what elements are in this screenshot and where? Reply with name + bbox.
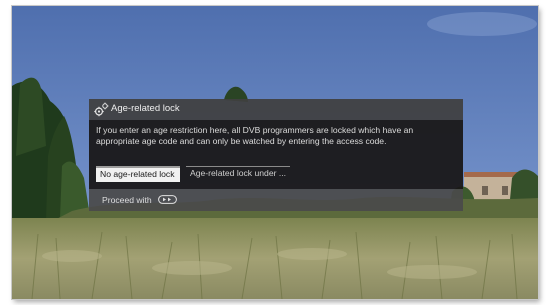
option-age-lock-under[interactable]: Age-related lock under ...	[186, 166, 290, 182]
dialog-header: Age-related lock	[89, 99, 463, 120]
proceed-label: Proceed with	[102, 195, 152, 205]
option-no-age-lock[interactable]: No age-related lock	[96, 166, 180, 182]
dialog-body: If you enter an age restriction here, al…	[89, 120, 463, 189]
gears-icon	[94, 102, 109, 117]
dialog-footer: Proceed with	[89, 189, 463, 211]
ok-remote-key-icon	[158, 195, 177, 204]
dialog-message: If you enter an age restriction here, al…	[96, 125, 414, 146]
age-lock-dialog: Age-related lock If you enter an age res…	[89, 99, 463, 211]
tv-screen: Age-related lock If you enter an age res…	[12, 6, 538, 299]
dialog-title: Age-related lock	[111, 103, 180, 114]
